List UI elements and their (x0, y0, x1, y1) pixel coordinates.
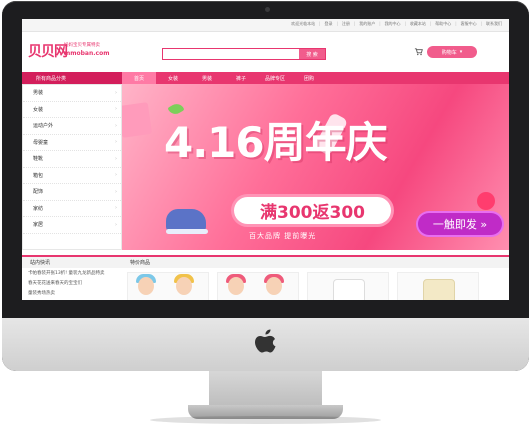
search-input[interactable] (163, 49, 299, 59)
products-panel: 特价商品 (122, 255, 509, 300)
banner-subtitle: 百大品牌 提前曝光 (249, 232, 317, 240)
browser-screen: 欢迎光临本站 | 登录 | 注册 | 我的账户 | 我的中心 | 收藏本站 | 帮助中心 | … (22, 19, 509, 300)
banner-decoration (122, 102, 153, 138)
product-list (122, 268, 509, 300)
sidebar-item-baby[interactable]: 母婴童 › (23, 135, 121, 151)
baby-clothes-image (423, 279, 455, 300)
main-nav: 所有商品分类 首页 女装 男装 裤子 品牌专区 团购 (22, 72, 509, 84)
sidebar-item-shoes[interactable]: 鞋靴 › (23, 151, 121, 168)
child-photo (138, 277, 154, 295)
site-domain: mmoban.com (64, 50, 110, 57)
apple-logo-icon (255, 329, 276, 353)
nav-item-women[interactable]: 女装 (156, 72, 190, 84)
chevron-right-icon: › (115, 221, 117, 228)
product-card[interactable] (307, 272, 389, 300)
nav-item-home[interactable]: 首页 (122, 72, 156, 84)
child-photo (176, 277, 192, 295)
monitor-stand-neck (209, 371, 322, 407)
stand-shadow (150, 416, 381, 424)
nav-item-men[interactable]: 男装 (190, 72, 224, 84)
chevron-right-icon: › (115, 205, 117, 212)
sidebar-item-womenswear[interactable]: 女装 › (23, 102, 121, 118)
top-link-welcome: 欢迎光临本站 (291, 21, 316, 26)
chevron-right-icon: › (115, 155, 117, 162)
camera-dot (265, 7, 270, 12)
category-sidebar: 男装 › 女装 › 运动户外 › 母婴童 › 鞋靴 › 箱包 › 配饰 › 家纺 › 家居 › (22, 84, 122, 250)
top-link-service[interactable]: 客服中心 (460, 21, 478, 27)
top-utility-bar: 欢迎光临本站 | 登录 | 注册 | 我的账户 | 我的中心 | 收藏本站 | 帮助中心 | … (22, 19, 509, 32)
search-bar: 搜 索 (162, 48, 326, 60)
site-tagline: 妈妈宝贝专属特卖 (64, 43, 100, 48)
top-link-contact[interactable]: 联系我们 (485, 21, 503, 27)
chevron-right-icon: › (115, 89, 117, 96)
top-link-register[interactable]: 注册 (341, 21, 351, 27)
chevron-right-icon: › (115, 172, 117, 179)
child-photo (266, 277, 282, 295)
child-photo (228, 277, 244, 295)
desktop-mockup: 欢迎光临本站 | 登录 | 注册 | 我的账户 | 我的中心 | 收藏本站 | 帮助中心 | … (0, 0, 531, 428)
sidebar-item-bags[interactable]: 箱包 › (23, 168, 121, 184)
news-panel: 站内快讯 卡帕春装开张13折! 童装九龙新品特卖 春天花花送来春天的宝宝们 童装… (22, 255, 122, 300)
products-title: 特价商品 (122, 255, 509, 268)
sidebar-item-textiles[interactable]: 家纺 › (23, 201, 121, 217)
all-categories-tab[interactable]: 所有商品分类 (22, 72, 122, 84)
news-item[interactable]: 卡帕春装开张13折! 童装九龙新品特卖 (22, 268, 122, 278)
top-link-account[interactable]: 我的账户 (358, 21, 376, 27)
sidebar-item-sports[interactable]: 运动户外 › (23, 118, 121, 135)
search-button[interactable]: 搜 索 (299, 49, 325, 59)
sidebar-item-menswear[interactable]: 男装 › (23, 85, 121, 102)
top-link-help[interactable]: 帮助中心 (434, 21, 452, 27)
chevron-right-icon: › (115, 122, 117, 129)
top-links: 欢迎光临本站 | 登录 | 注册 | 我的账户 | 我的中心 | 收藏本站 | 帮助中心 | … (291, 21, 503, 27)
nav-item-group[interactable]: 团购 (292, 72, 326, 84)
chevron-right-icon: › (115, 188, 117, 195)
top-link-center[interactable]: 我的中心 (384, 21, 402, 27)
news-item[interactable]: 春天花花送来春天的宝宝们 (22, 278, 122, 288)
chevron-down-icon: ▾ (459, 49, 463, 55)
cart-label: 购物车 (441, 49, 457, 56)
cart-icon (414, 48, 423, 56)
news-title: 站内快讯 (22, 255, 122, 268)
baby-clothes-image (333, 279, 365, 300)
ball-decoration (477, 192, 495, 210)
nav-item-pants[interactable]: 裤子 (224, 72, 258, 84)
cart-button[interactable]: 购物车 ▾ (414, 46, 477, 58)
banner-promo-pill: 满300返300 (234, 197, 391, 224)
chevron-right-icon: › (115, 106, 117, 113)
product-card[interactable] (127, 272, 209, 300)
top-link-favorite[interactable]: 收藏本站 (409, 21, 427, 27)
banner-headline: 4.16周年庆 (164, 118, 388, 167)
news-item[interactable]: 童装秀场热卖 (22, 288, 122, 298)
product-card[interactable] (397, 272, 479, 300)
kids-shoe-image (166, 209, 208, 234)
site-logo[interactable]: 贝贝网 (28, 41, 68, 61)
top-link-login[interactable]: 登录 (323, 21, 333, 27)
sidebar-item-home[interactable]: 家居 › (23, 217, 121, 234)
product-card[interactable] (217, 272, 299, 300)
nav-item-brand[interactable]: 品牌专区 (258, 72, 292, 84)
chevron-right-icon: › (115, 139, 117, 146)
banner-cta-button[interactable]: 一触即发 » (418, 213, 502, 235)
sidebar-item-accessories[interactable]: 配饰 › (23, 184, 121, 201)
promo-banner[interactable]: 4.16周年庆 满300返300 百大品牌 提前曝光 一触即发 » (122, 84, 509, 250)
